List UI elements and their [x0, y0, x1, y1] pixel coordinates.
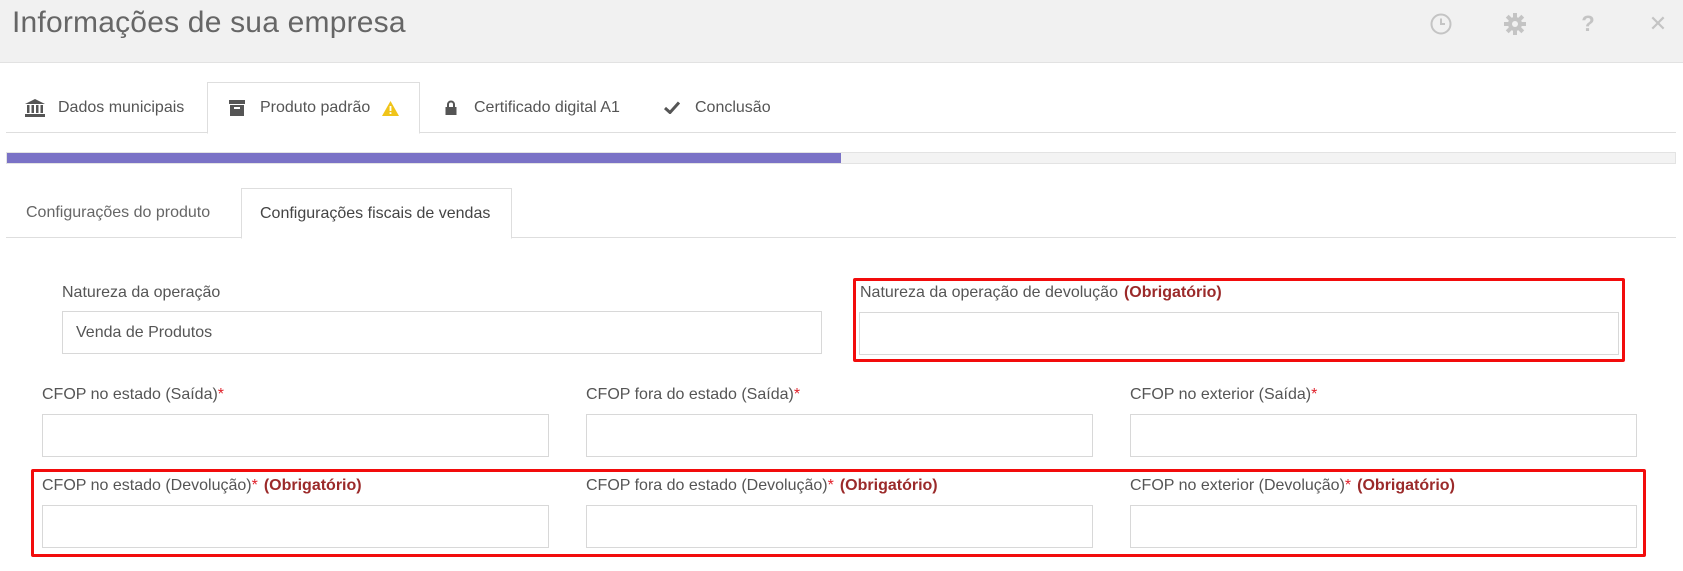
required-tag: (Obrigatório) [839, 477, 938, 494]
lock-icon [440, 99, 462, 117]
warning-icon [382, 100, 400, 116]
tab-label: Produto padrão [260, 99, 371, 116]
tab-label: Conclusão [695, 98, 771, 116]
cfop-exterior-devolucao-label: CFOP no exterior (Devolução)* (Obrigatóri… [1130, 477, 1455, 494]
main-tabs: Dados municipais Produto padrão Certific… [6, 82, 1676, 134]
progress-bar [6, 152, 1676, 164]
archive-icon [226, 99, 248, 117]
close-icon[interactable]: ✕ [1643, 9, 1673, 39]
natureza-operacao-input[interactable] [62, 311, 822, 354]
tab-conclusao[interactable]: Conclusão [661, 82, 771, 133]
tab-configuracoes-fiscais[interactable]: Configurações fiscais de vendas [241, 188, 512, 239]
cfop-fora-devolucao-input[interactable] [586, 505, 1093, 548]
cfop-estado-devolucao-input[interactable] [42, 505, 549, 548]
cfop-estado-saida-label: CFOP no estado (Saída)* [42, 386, 225, 403]
window-header: Informações de sua empresa ? ✕ [0, 0, 1683, 63]
history-icon[interactable] [1426, 9, 1456, 39]
cfop-exterior-devolucao-input[interactable] [1130, 505, 1637, 548]
cfop-exterior-saida-input[interactable] [1130, 414, 1637, 457]
tab-produto-padrao[interactable]: Produto padrão [207, 82, 420, 134]
required-star: * [793, 386, 801, 403]
natureza-devolucao-label: Natureza da operação de devolução (Obriga… [860, 284, 1222, 301]
natureza-operacao-label: Natureza da operação [62, 284, 221, 301]
cfop-estado-saida-input[interactable] [42, 414, 549, 457]
required-star: * [217, 386, 225, 403]
gear-icon[interactable] [1500, 9, 1530, 39]
check-icon [661, 99, 683, 117]
cfop-fora-saida-input[interactable] [586, 414, 1093, 457]
required-tag: (Obrigatório) [263, 477, 362, 494]
bank-icon [24, 98, 46, 117]
required-tag: (Obrigatório) [1123, 284, 1222, 301]
required-star: * [1344, 477, 1352, 494]
tab-label: Dados municipais [58, 98, 185, 116]
cfop-exterior-saida-label: CFOP no exterior (Saída)* [1130, 386, 1318, 403]
tab-certificado-digital[interactable]: Certificado digital A1 [440, 82, 620, 133]
required-tag: (Obrigatório) [1357, 477, 1455, 494]
required-star: * [1311, 386, 1318, 403]
tab-configuracoes-produto[interactable]: Configurações do produto [26, 188, 210, 238]
cfop-fora-devolucao-label: CFOP fora do estado (Devolução)* (Obrigat… [586, 477, 938, 494]
required-star: * [251, 477, 258, 494]
required-star: * [827, 477, 834, 494]
natureza-devolucao-input[interactable] [859, 312, 1619, 355]
tab-label: Certificado digital A1 [474, 98, 620, 116]
cfop-estado-devolucao-label: CFOP no estado (Devolução)* (Obrigatório) [42, 477, 362, 494]
cfop-fora-saida-label: CFOP fora do estado (Saída)* [586, 386, 801, 403]
sub-tabs: Configurações do produto Configurações f… [6, 188, 1676, 239]
help-icon[interactable]: ? [1573, 9, 1603, 39]
page-title: Informações de sua empresa [12, 6, 406, 39]
tab-dados-municipais[interactable]: Dados municipais [24, 82, 184, 133]
progress-fill [7, 153, 841, 163]
